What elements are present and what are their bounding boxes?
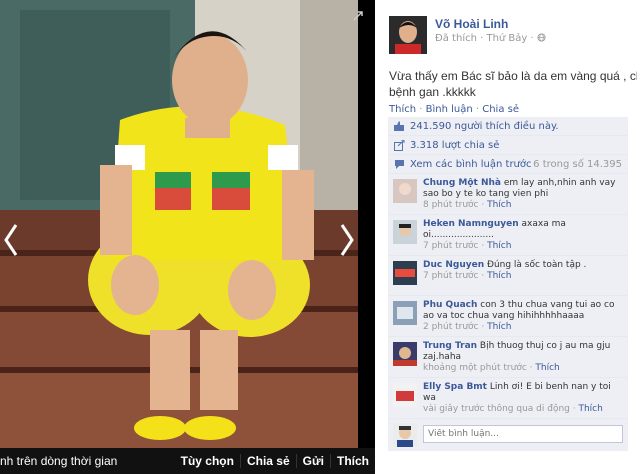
commenter-avatar[interactable] [393, 220, 417, 244]
commenter-name[interactable]: Trung Tran [423, 341, 477, 351]
share-icon [394, 139, 405, 151]
comment-body: Trung Tran Bịh thuog thuj co j au ma gju… [388, 337, 628, 377]
expand-icon[interactable] [352, 10, 364, 22]
like-button[interactable]: Thích [331, 454, 375, 468]
commenter-avatar[interactable] [393, 383, 417, 407]
share-link[interactable]: Chia sẻ [482, 104, 519, 115]
comment-count: 6 trong số 14.395 [533, 158, 622, 170]
commenter-avatar[interactable] [393, 301, 417, 325]
likes-count: 241.590 người thích điều này. [410, 120, 559, 132]
comment-meta: 8 phút trước · Thích [423, 200, 624, 211]
comment-item: Chung Một Nhà em lay anh,nhin anh vay sa… [388, 174, 628, 215]
photo [0, 0, 358, 448]
comment-like-link[interactable]: Thích [487, 322, 511, 332]
share-button[interactable]: Chia sẻ [241, 454, 296, 468]
send-button[interactable]: Gửi [297, 454, 330, 468]
status-message: Vừa thấy em Bác sĩ bảo là da em vàng quá… [389, 68, 637, 100]
options-button[interactable]: Tùy chọn [175, 454, 240, 468]
comment-time: 7 phút trước · [423, 241, 485, 251]
commenter-name[interactable]: Elly Spa Bmt [423, 382, 487, 392]
comment-like-link[interactable]: Thích [487, 241, 511, 251]
view-previous-row: Xem các bình luận trước 6 trong số 14.39… [388, 155, 628, 174]
commenter-name[interactable]: Duc Nguyen [423, 260, 484, 270]
comment-time: khoảng một phút trước · [423, 363, 533, 373]
feedback-section: 241.590 người thích điều này. 3.318 lượt… [388, 117, 628, 451]
author-avatar[interactable] [389, 16, 427, 54]
comment-body: Duc Nguyen Đúng là sốc toàn tập . 7 phút… [388, 256, 628, 285]
comment-item: Trung Tran Bịh thuog thuj co j au ma gju… [388, 337, 628, 378]
write-comment-row [388, 419, 628, 451]
comment-input[interactable] [423, 425, 623, 443]
post-header: Võ Hoài Linh Đã thích · Thứ Bảy · [389, 16, 629, 56]
comment-time: 2 phút trước · [423, 322, 485, 332]
comment-meta: 7 phút trước · Thích [423, 271, 624, 282]
commenter-avatar[interactable] [393, 261, 417, 285]
comment-like-link[interactable]: Thích [487, 200, 511, 210]
like-link[interactable]: Thích [389, 104, 416, 115]
status-line: Vừa thấy em Bác sĩ bảo là da em vàng quá… [389, 69, 637, 83]
current-user-avatar [393, 423, 417, 447]
comment-link[interactable]: Bình luận [426, 104, 473, 115]
previous-arrow-icon[interactable] [2, 222, 20, 258]
photo-stage [0, 0, 375, 448]
globe-icon [537, 33, 546, 42]
comment-item: Elly Spa Bmt Linh ơi! E bi benh nan y to… [388, 378, 628, 419]
comment-body: Elly Spa Bmt Linh ơi! E bi benh nan y to… [388, 378, 628, 418]
commenter-name[interactable]: Chung Một Nhà [423, 178, 501, 188]
comment-meta: 2 phút trước · Thích [423, 322, 624, 333]
comment-meta: vài giây trước thông qua di động · Thích [423, 404, 624, 415]
comment-bubble-icon [395, 159, 404, 169]
photo-action-bar: nh trên dòng thời gian Tùy chọn Chia sẻ … [0, 448, 375, 474]
status-line: bệnh gan .kkkkk [389, 85, 476, 99]
thumbs-up-icon [394, 120, 404, 131]
comment-time: vài giây trước thông qua di động · [423, 404, 576, 414]
comment-body: Phu Quach con 3 thu chua vang tui ao co … [388, 296, 628, 336]
comment-item: Heken Namnguyen axaxa ma oi.............… [388, 215, 628, 256]
view-previous-comments-link[interactable]: Xem các bình luận trước [410, 159, 532, 170]
comment-item: Duc Nguyen Đúng là sốc toàn tập . 7 phút… [388, 256, 628, 296]
comment-text: Đúng là sốc toàn tập . [484, 260, 587, 270]
timeline-caption: nh trên dòng thời gian [0, 454, 118, 468]
comment-body: Chung Một Nhà em lay anh,nhin anh vay sa… [388, 174, 628, 214]
commenter-name[interactable]: Heken Namnguyen [423, 219, 519, 229]
comment-time: 7 phút trước · [423, 271, 485, 281]
comment-meta: 7 phút trước · Thích [423, 241, 624, 252]
likes-row[interactable]: 241.590 người thích điều này. [388, 117, 628, 136]
next-arrow-icon[interactable] [338, 222, 356, 258]
post-meta: Đã thích · Thứ Bảy · [435, 33, 546, 44]
comment-meta: khoảng một phút trước · Thích [423, 363, 624, 374]
post-meta-text: Đã thích · Thứ Bảy · [435, 33, 534, 44]
comment-time: 8 phút trước · [423, 200, 485, 210]
post-actions: Thích · Bình luận · Chia sẻ [389, 104, 519, 115]
comment-like-link[interactable]: Thích [578, 404, 602, 414]
comment-body: Heken Namnguyen axaxa ma oi.............… [388, 215, 628, 255]
comment-item: Phu Quach con 3 thu chua vang tui ao co … [388, 296, 628, 337]
comment-like-link[interactable]: Thích [487, 271, 511, 281]
commenter-avatar[interactable] [393, 342, 417, 366]
comment-like-link[interactable]: Thích [535, 363, 559, 373]
commenter-avatar[interactable] [393, 179, 417, 203]
shares-count: 3.318 lượt chia sẻ [410, 139, 500, 151]
photo-viewer: nh trên dòng thời gian Tùy chọn Chia sẻ … [0, 0, 375, 474]
commenter-name[interactable]: Phu Quach [423, 300, 477, 310]
author-name[interactable]: Võ Hoài Linh [435, 17, 508, 31]
shares-row[interactable]: 3.318 lượt chia sẻ [388, 136, 628, 155]
